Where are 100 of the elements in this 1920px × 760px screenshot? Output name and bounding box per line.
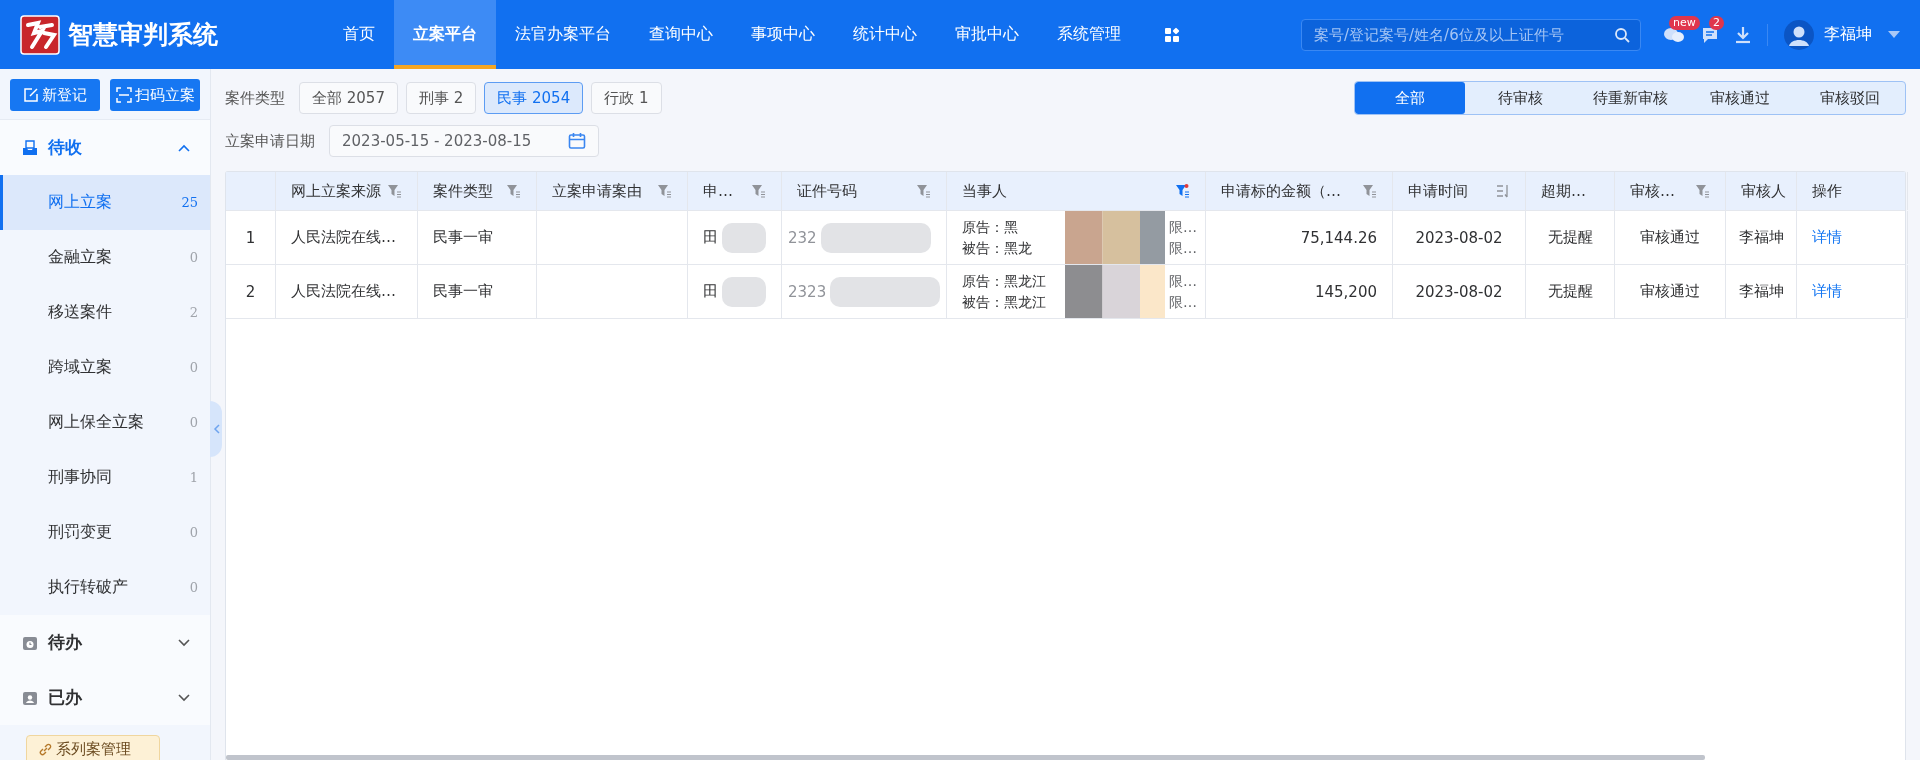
status-tab[interactable]: 审核驳回 [1795, 82, 1905, 114]
sidebar-item[interactable]: 移送案件 2 [0, 285, 210, 340]
details-link[interactable]: 详情 [1812, 228, 1842, 247]
nav-tab[interactable]: 系统管理 [1038, 0, 1140, 69]
column-header[interactable]: 超期… [1526, 172, 1615, 210]
sidebar-item[interactable]: 执行转破产 0 [0, 560, 210, 615]
status-tab[interactable]: 审核通过 [1685, 82, 1795, 114]
table-cell: 2323 [788, 282, 827, 301]
series-link[interactable]: 系列案管理 [26, 735, 160, 760]
column-header[interactable]: 立案申请案由 [537, 172, 688, 210]
status-tab[interactable]: 全部 [1355, 82, 1465, 114]
column-header[interactable]: 案件类型 [418, 172, 537, 210]
app-title: 智慧审判系统 [68, 19, 218, 51]
column-header[interactable]: 申… [688, 172, 782, 210]
table-cell: 民事一审 [433, 228, 493, 247]
date-range-field[interactable]: 2023-05-15 - 2023-08-15 [329, 125, 599, 157]
nav-tab[interactable]: 审批中心 [936, 0, 1038, 69]
logo-icon [20, 14, 60, 55]
scan-icon[interactable] [115, 87, 132, 103]
menu-group[interactable]: 已办 [0, 670, 210, 725]
table-cell: 田 [703, 282, 718, 301]
table-cell: 2023-08-02 [1415, 228, 1503, 247]
item-label: 执行转破产 [48, 577, 129, 598]
table-cell: 人民法院在线… [291, 282, 396, 301]
menu-group[interactable]: 待办 [0, 615, 210, 670]
collapse-handle[interactable] [210, 401, 222, 457]
column-header[interactable]: 证件号码 [782, 172, 947, 210]
search-field[interactable]: 案号/登记案号/姓名/6位及以上证件号 [1301, 18, 1641, 51]
column-header[interactable]: 审核人 [1726, 172, 1797, 210]
party-suffix: 限… [1169, 238, 1197, 258]
message-icon[interactable] [1701, 25, 1719, 44]
chevron-down-icon[interactable] [178, 693, 190, 702]
party-suffix: 限… [1169, 271, 1197, 291]
filter-icon[interactable] [1696, 184, 1710, 198]
filter-icon[interactable] [658, 184, 672, 198]
filter-icon[interactable] [388, 184, 402, 198]
item-label: 金融立案 [48, 247, 113, 268]
nav-tab[interactable]: 统计中心 [834, 0, 936, 69]
table-cell: 无提醒 [1547, 228, 1593, 247]
scrollbar[interactable] [226, 755, 1705, 760]
item-label: 移送案件 [48, 302, 113, 323]
item-count: 0 [189, 360, 198, 375]
filter-icon[interactable] [752, 184, 766, 198]
details-link[interactable]: 详情 [1812, 282, 1842, 301]
sidebar-item[interactable]: 金融立案 0 [0, 230, 210, 285]
sidebar-item[interactable]: 跨域立案 0 [0, 340, 210, 395]
menu-group[interactable]: 待收 [0, 120, 210, 175]
search-icon[interactable] [1614, 26, 1630, 43]
nav-tab[interactable]: 查询中心 [630, 0, 732, 69]
sidebar-item[interactable]: 网上立案 25 [0, 175, 210, 230]
redaction-blur [722, 276, 766, 307]
case-type-chip[interactable]: 行政 1 [591, 82, 662, 114]
edit-icon[interactable] [23, 87, 39, 103]
redaction-blur [722, 222, 766, 253]
party-name: 原告：黑龙江 [962, 271, 1046, 291]
case-type-chip[interactable]: 全部 2057 [299, 82, 398, 114]
case-type-chip[interactable]: 刑事 2 [405, 82, 477, 114]
filter-icon[interactable] [917, 184, 931, 198]
filter-label: 立案申请日期 [225, 131, 315, 151]
column-header[interactable]: 当事人 [947, 172, 1206, 210]
nav-tab[interactable]: 事项中心 [732, 0, 834, 69]
calendar-icon[interactable] [568, 132, 586, 150]
item-count: 0 [189, 415, 198, 430]
table-cell: 145,200 [1314, 282, 1377, 301]
filter-label: 案件类型 [225, 88, 285, 108]
party-name: 被告：黑龙 [962, 238, 1032, 258]
chevron-left-icon[interactable] [212, 424, 220, 434]
status-tab[interactable]: 待重新审核 [1575, 82, 1685, 114]
user-name[interactable]: 李福坤 [1824, 24, 1872, 45]
apps-icon[interactable] [1164, 26, 1180, 43]
filter-icon[interactable] [1363, 184, 1377, 198]
link-icon[interactable] [39, 743, 52, 756]
column-header[interactable]: 操作 [1797, 172, 1908, 210]
sidebar-item[interactable]: 刑罚变更 0 [0, 505, 210, 560]
avatar-icon[interactable] [1784, 19, 1814, 50]
chevron-up-icon[interactable] [178, 143, 190, 152]
caret-icon[interactable] [1888, 30, 1900, 39]
sort-icon[interactable] [1496, 184, 1510, 198]
nav-tab[interactable]: 首页 [324, 0, 394, 69]
filter-icon[interactable] [1176, 184, 1190, 198]
table-cell: 审核通过 [1640, 282, 1700, 301]
column-header[interactable]: 申请标的金额（… [1206, 172, 1393, 210]
status-tab[interactable]: 待审核 [1465, 82, 1575, 114]
action-button[interactable]: 扫码立案 [110, 79, 200, 111]
case-type-chip[interactable]: 民事 2054 [484, 82, 584, 114]
table-cell: 人民法院在线… [291, 228, 396, 247]
column-header[interactable]: 网上立案来源 [276, 172, 418, 210]
item-label: 跨域立案 [48, 357, 113, 378]
sidebar-item[interactable]: 网上保全立案 0 [0, 395, 210, 450]
filter-icon[interactable] [507, 184, 521, 198]
item-label: 刑事协同 [48, 467, 113, 488]
item-count: 1 [189, 470, 198, 485]
download-icon[interactable] [1735, 25, 1751, 44]
item-label: 网上保全立案 [48, 412, 145, 433]
column-header[interactable]: 审核… [1615, 172, 1726, 210]
sidebar-item[interactable]: 刑事协同 1 [0, 450, 210, 505]
column-header[interactable]: 申请时间 [1393, 172, 1526, 210]
nav-tab[interactable]: 法官办案平台 [496, 0, 630, 69]
chevron-down-icon[interactable] [178, 638, 190, 647]
action-button[interactable]: 新登记 [10, 79, 100, 111]
